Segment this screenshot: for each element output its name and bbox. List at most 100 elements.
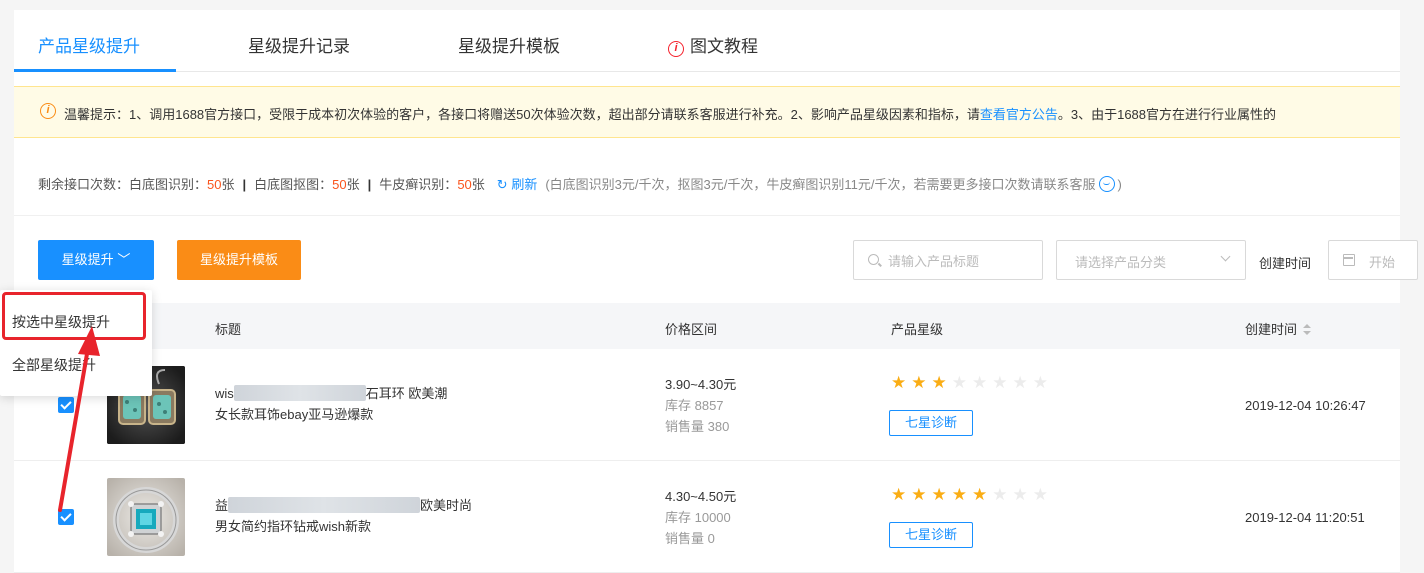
seven-star-diagnosis-button[interactable]: 七星诊断: [889, 410, 973, 436]
sort-icon[interactable]: [1303, 324, 1312, 336]
active-tab-indicator: [14, 69, 176, 72]
start-date-placeholder: 开始: [1369, 255, 1396, 270]
search-input[interactable]: [888, 251, 1036, 271]
tab-star-up-templates[interactable]: 星级提升模板: [458, 32, 560, 57]
customer-service-icon[interactable]: [1099, 176, 1116, 192]
refresh-label: 刷新: [511, 177, 538, 192]
info-italic-icon: i: [40, 103, 56, 119]
chevron-down-icon: [1220, 251, 1231, 262]
sales: 销售量 380: [665, 419, 730, 434]
tab-product-star-up[interactable]: 产品星级提升: [38, 32, 140, 57]
star-empty-icon: ★: [992, 485, 1013, 504]
category-placeholder: 请选择产品分类: [1075, 255, 1167, 270]
star-up-dropdown-button[interactable]: 星级提升 ﹀: [38, 240, 154, 280]
star-empty-icon: ★: [992, 373, 1013, 392]
create-time-label: 创建时间: [1259, 256, 1312, 271]
star-filled-icon: ★: [891, 485, 912, 504]
quota-unit-1: 张: [346, 177, 360, 192]
search-icon: [868, 254, 879, 265]
price-note-end: ): [1117, 177, 1122, 192]
quota-value-0: 50: [207, 177, 222, 192]
table-header: 标题 价格区间 产品星级 创建时间: [14, 303, 1400, 349]
star-filled-icon: ★: [911, 373, 932, 392]
star-empty-icon: ★: [1032, 485, 1053, 504]
title-suffix: 欧美时尚: [420, 498, 473, 513]
info-italic-icon: i: [668, 41, 684, 57]
product-title[interactable]: 益 欧美时尚 男女简约指环钻戒wish新款: [215, 495, 515, 537]
tab-bar: 产品星级提升 星级提升记录 星级提升模板 i 图文教程: [14, 10, 1400, 72]
stock: 库存 10000: [665, 510, 731, 525]
star-up-template-button[interactable]: 星级提升模板: [177, 240, 301, 280]
notice-text-before: 温馨提示：1、调用1688官方接口，受限于成本初次体验的客户，各接口将赠送50次…: [64, 107, 980, 122]
price-cell: 3.90~4.30元 库存 8857 销售量 380: [665, 374, 736, 437]
divider: [14, 215, 1400, 216]
price-cell: 4.30~4.50元 库存 10000 销售量 0: [665, 486, 736, 549]
start-date-input[interactable]: 开始: [1328, 240, 1418, 280]
quota-row: 剩余接口次数：白底图识别：50张 | 白底图抠图：50张 | 牛皮癣识别：50张 ↻ 刷新…: [38, 174, 1122, 193]
official-announcement-link[interactable]: 查看官方公告: [980, 107, 1058, 122]
product-title-line2: 女长款耳饰ebay亚马逊爆款: [215, 407, 374, 422]
star-empty-icon: ★: [1032, 373, 1053, 392]
product-title-line1: wis 石耳环 欧美潮: [215, 383, 515, 404]
seven-star-diagnosis-button[interactable]: 七星诊断: [889, 522, 973, 548]
refresh-icon: ↻: [496, 177, 508, 192]
stock: 库存 8857: [665, 398, 724, 413]
quota-name-2: 牛皮癣识别：: [379, 177, 458, 192]
table-row[interactable]: 益 欧美时尚 男女简约指环钻戒wish新款 4.30~4.50元 库存 10000…: [14, 461, 1400, 573]
header-stars: 产品星级: [891, 322, 944, 337]
create-time-value: 2019-12-04 10:26:47: [1245, 398, 1366, 413]
star-filled-icon: ★: [951, 485, 972, 504]
quota-label: 剩余接口次数：: [38, 177, 130, 192]
category-select[interactable]: 请选择产品分类: [1056, 240, 1246, 280]
price-note: (白底图识别3元/千次，抠图3元/千次，牛皮癣图识别11元/千次，若需要更多接口…: [545, 177, 1096, 192]
top-strip: [0, 0, 1424, 10]
star-filled-icon: ★: [911, 485, 932, 504]
product-thumbnail-ring[interactable]: [107, 478, 185, 556]
left-gutter: [0, 0, 14, 573]
quota-name-0: 白底图识别：: [129, 177, 208, 192]
star-empty-icon: ★: [1012, 373, 1033, 392]
annotation-highlight-box: [2, 292, 146, 340]
row-checkbox[interactable]: [58, 397, 74, 413]
row-checkbox[interactable]: [58, 509, 74, 525]
quota-separator: |: [367, 177, 372, 192]
sales: 销售量 0: [665, 531, 715, 546]
quota-separator: |: [242, 177, 247, 192]
header-create-time-label: 创建时间: [1245, 322, 1298, 337]
star-filled-icon: ★: [891, 373, 912, 392]
create-time-value: 2019-12-04 11:20:51: [1245, 510, 1365, 525]
notice-text: 温馨提示：1、调用1688官方接口，受限于成本初次体验的客户，各接口将赠送50次…: [64, 104, 1276, 123]
product-title[interactable]: wis 石耳环 欧美潮 女长款耳饰ebay亚马逊爆款: [215, 383, 515, 425]
quota-unit-2: 张: [471, 177, 485, 192]
star-rating: ★★★★★★★★: [891, 485, 1053, 505]
header-price: 价格区间: [665, 322, 718, 337]
star-filled-icon: ★: [931, 373, 952, 392]
product-title-search[interactable]: [853, 240, 1043, 280]
table-row[interactable]: wis 石耳环 欧美潮 女长款耳饰ebay亚马逊爆款 3.90~4.30元 库存 …: [14, 349, 1400, 461]
refresh-button[interactable]: ↻ 刷新: [497, 177, 538, 192]
tab-tutorial-label: 图文教程: [690, 37, 758, 56]
quota-unit-0: 张: [221, 177, 235, 192]
star-empty-icon: ★: [1012, 485, 1033, 504]
star-up-label: 星级提升: [61, 252, 114, 267]
tab-star-up-records[interactable]: 星级提升记录: [248, 32, 350, 57]
product-title-line1: 益 欧美时尚: [215, 495, 515, 516]
star-filled-icon: ★: [931, 485, 952, 504]
tab-tutorial[interactable]: i 图文教程: [668, 32, 758, 57]
quota-value-2: 50: [457, 177, 472, 192]
redacted-text: [233, 385, 366, 401]
star-rating: ★★★★★★★★: [891, 373, 1053, 393]
price-range: 4.30~4.50元: [665, 489, 737, 504]
menu-item-star-up-all[interactable]: 全部星级提升: [12, 355, 96, 375]
title-prefix: wis: [215, 386, 234, 401]
star-filled-icon: ★: [972, 485, 993, 504]
title-suffix: 石耳环 欧美潮: [365, 386, 448, 401]
quota-value-1: 50: [332, 177, 347, 192]
chevron-down-icon: ﹀: [117, 252, 131, 267]
title-prefix: 益: [215, 498, 229, 513]
star-empty-icon: ★: [972, 373, 993, 392]
quota-name-1: 白底图抠图：: [254, 177, 333, 192]
star-empty-icon: ★: [951, 373, 972, 392]
notice-bar: i 温馨提示：1、调用1688官方接口，受限于成本初次体验的客户，各接口将赠送5…: [14, 86, 1400, 138]
header-create-time[interactable]: 创建时间: [1245, 319, 1312, 338]
